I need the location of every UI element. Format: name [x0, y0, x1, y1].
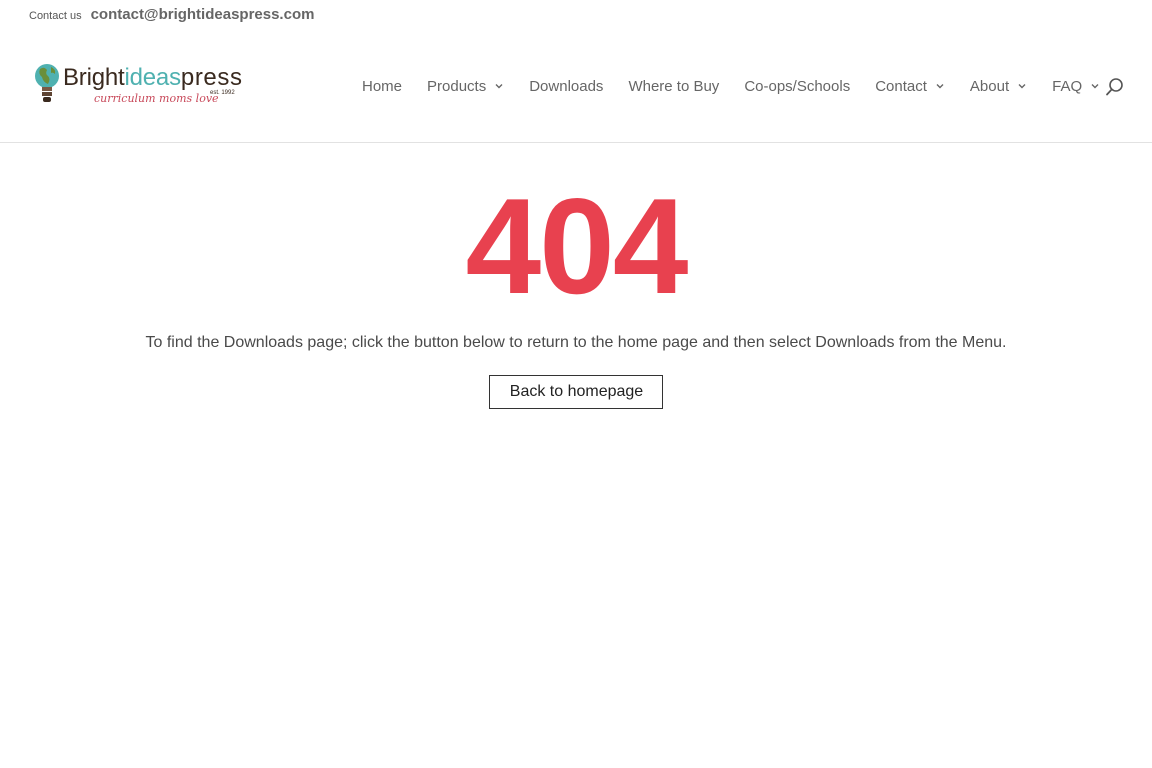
chevron-down-icon: [1018, 84, 1026, 89]
site-logo[interactable]: Brightideaspress curriculum moms love es…: [34, 60, 254, 110]
lightbulb-globe-icon: [35, 64, 59, 102]
logo-text-bright: Bright: [63, 64, 125, 91]
nav-item-contact[interactable]: Contact: [875, 78, 945, 95]
error-message: To find the Downloads page; click the bu…: [145, 334, 1007, 351]
logo-text-ideas: ideas: [124, 64, 182, 91]
logo-tagline: curriculum moms love: [94, 92, 219, 105]
contact-us-label: Contact us: [29, 10, 82, 22]
chevron-down-icon: [495, 84, 503, 89]
logo-text-press: press: [180, 64, 243, 91]
nav-item-products[interactable]: Products: [427, 78, 504, 95]
site-header: Brightideaspress curriculum moms love es…: [0, 40, 1152, 143]
contact-email-link[interactable]: contact@brightideaspress.com: [91, 6, 315, 23]
nav-item-faq[interactable]: FAQ: [1052, 78, 1100, 95]
nav-item-home[interactable]: Home: [362, 78, 402, 95]
top-contact-bar: Contact us contact@brightideaspress.com: [29, 6, 314, 28]
nav-item-about[interactable]: About: [970, 78, 1027, 95]
error-code: 404: [465, 170, 689, 322]
main-nav: Home Products Downloads Where to Buy Co-…: [362, 76, 1100, 96]
nav-item-label: Where to Buy: [628, 77, 720, 95]
nav-item-where-to-buy[interactable]: Where to Buy: [628, 78, 719, 95]
error-content: 404 To find the Downloads page; click th…: [0, 143, 1152, 409]
back-to-homepage-button[interactable]: Back to homepage: [488, 375, 664, 409]
nav-item-label: FAQ: [1052, 77, 1083, 95]
search-icon[interactable]: [1105, 77, 1125, 97]
nav-item-label: Products: [427, 77, 487, 95]
nav-item-label: Contact: [875, 77, 927, 95]
nav-item-downloads[interactable]: Downloads: [529, 78, 603, 95]
chevron-down-icon: [936, 84, 944, 89]
logo-wordmark: Brightideaspress: [63, 64, 243, 92]
nav-item-label: Downloads: [529, 77, 604, 95]
nav-item-co-ops-schools[interactable]: Co-ops/Schools: [744, 78, 850, 95]
nav-item-label: Co-ops/Schools: [744, 77, 851, 95]
nav-item-label: Home: [362, 77, 403, 95]
logo-est: est. 1992: [210, 90, 235, 96]
nav-item-label: About: [969, 77, 1010, 95]
chevron-down-icon: [1091, 84, 1099, 89]
